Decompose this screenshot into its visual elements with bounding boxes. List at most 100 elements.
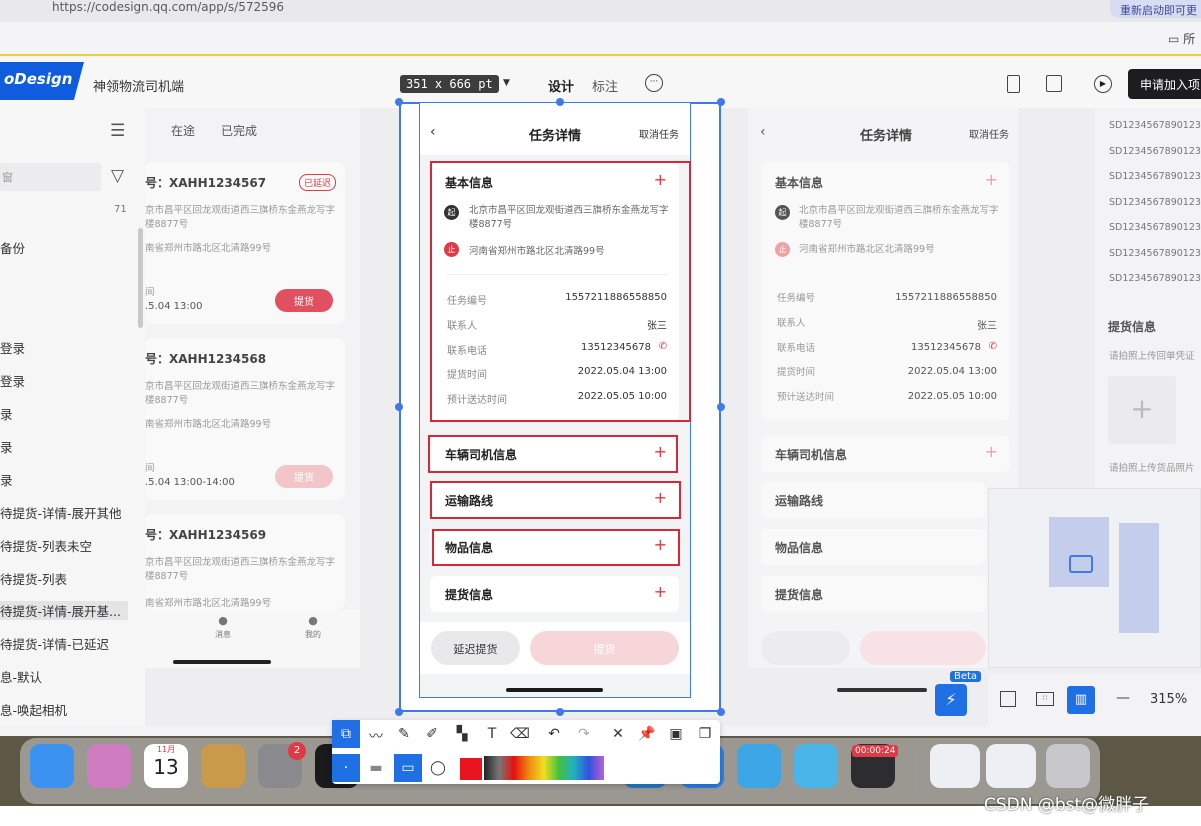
list-item[interactable]: 号：XAHH1234568 京市昌平区回龙观街道西三旗桥东金燕龙写字楼8877号… (145, 338, 345, 500)
text-icon[interactable]: T (478, 726, 506, 742)
play-icon[interactable]: ▶ (1094, 75, 1112, 93)
dot-size-icon[interactable]: · (332, 754, 360, 782)
sidebar-item[interactable]: 录 (0, 470, 13, 489)
resize-handle[interactable] (556, 98, 564, 106)
pickup-section[interactable]: 提货信息 + (430, 576, 679, 612)
annotation-rectangle[interactable] (428, 435, 678, 473)
eraser-icon[interactable]: ⌫ (506, 726, 534, 742)
tab-completed[interactable]: 已完成 (221, 122, 257, 139)
minimap-viewport[interactable] (1069, 555, 1093, 573)
keyboard-icon[interactable]: ∷ (1036, 692, 1054, 706)
record-timer: 00:00:24 (852, 745, 899, 757)
resize-handle[interactable] (556, 708, 564, 716)
tab-design[interactable]: 设计 (548, 76, 574, 95)
calendar-icon[interactable]: 11月 13 (144, 744, 188, 788)
relaunch-button[interactable]: 重新启动即可更 (1110, 0, 1201, 18)
line-icon[interactable]: 〰 (362, 726, 390, 746)
resize-handle[interactable] (717, 708, 725, 716)
back-icon[interactable]: ‹ (430, 124, 436, 140)
comment-icon[interactable]: ··· (645, 74, 663, 92)
sidebar-item[interactable]: 登录 (0, 338, 25, 357)
sourcetree-icon[interactable] (737, 744, 781, 788)
bookmark-folder[interactable]: 所 (1183, 32, 1195, 46)
zoom-out-icon[interactable]: — (1116, 690, 1130, 706)
nav-messages[interactable]: 消息 (215, 630, 231, 639)
finder-icon[interactable] (30, 744, 74, 788)
list-item[interactable]: 号：XAHH1234569 京市昌平区回龙观街道西三旗桥东金燕龙写字楼8877号… (145, 514, 345, 610)
sidebar-item[interactable]: 息-唤起相机 (0, 700, 67, 719)
resize-handle[interactable] (395, 708, 403, 716)
lightning-icon[interactable]: ⚡ (935, 684, 967, 716)
time-label: 间 (145, 463, 155, 474)
color-palette[interactable] (484, 756, 604, 780)
to-badge: 止 (775, 242, 790, 257)
undo-icon[interactable]: ↶ (540, 726, 568, 742)
user-icon[interactable]: ● 我的 (305, 614, 321, 640)
sidebar-item[interactable]: 登录 (0, 371, 25, 390)
plus-icon[interactable]: + (654, 582, 667, 601)
redo-icon[interactable]: ↷ (570, 726, 598, 742)
ellipse-icon[interactable]: ◯ (424, 760, 452, 776)
minimap[interactable] (988, 488, 1201, 668)
sidebar-item[interactable]: 待提货-详情-已延迟 (0, 634, 109, 653)
nav-mine[interactable]: 我的 (305, 630, 321, 639)
pickup-button[interactable]: 提货 (275, 289, 333, 312)
map-icon[interactable]: ▥ (1067, 686, 1095, 714)
pin-icon[interactable]: 📌 (633, 726, 661, 742)
copy-icon[interactable]: ❐ (691, 726, 719, 742)
annotation-rectangle[interactable] (430, 481, 681, 519)
pinwheel-icon[interactable] (794, 744, 838, 788)
sidebar-item[interactable]: 录 (0, 437, 13, 456)
resize-handle[interactable] (717, 403, 725, 411)
pickup-button[interactable]: 提货 (530, 631, 679, 665)
bell-icon[interactable]: ● 消息 (215, 614, 231, 640)
sidebar-item[interactable]: 待提货-列表未空 (0, 536, 92, 555)
tab-in-transit[interactable]: 在途 (171, 122, 195, 139)
sidebar-item[interactable]: 录 (0, 404, 13, 423)
rectangle-icon[interactable]: ▭ (394, 754, 422, 782)
sidebar-item-active[interactable]: 待提货-详情-展开基... (0, 601, 128, 620)
export-icon[interactable] (1046, 75, 1062, 92)
resize-handle[interactable] (395, 98, 403, 106)
marker-icon[interactable]: ✐ (418, 726, 446, 742)
current-color-swatch[interactable] (460, 758, 482, 780)
pickup-button[interactable]: 提货 (275, 465, 333, 488)
sidebar-item[interactable]: 备份 (0, 238, 25, 257)
chevron-down-icon[interactable]: ▼ (503, 78, 510, 88)
folder-icon[interactable]: ▭ 所 (1168, 30, 1195, 47)
window-thumbnail[interactable] (930, 744, 980, 788)
resize-handle[interactable] (395, 403, 403, 411)
rect-select-icon[interactable]: ⧉ (332, 720, 360, 748)
section-title: 车辆司机信息 (775, 448, 848, 462)
list-item[interactable]: 号：XAHH1234567 已延迟 京市昌平区回龙观街道西三旗桥东金燕龙写字楼8… (145, 162, 345, 324)
annotation-rectangle[interactable] (430, 161, 691, 422)
mosaic-icon[interactable]: ▚ (448, 726, 476, 742)
delay-pickup-button[interactable]: 延迟提货 (431, 631, 520, 665)
save-icon[interactable]: ▣ (662, 726, 690, 742)
close-icon[interactable]: ✕ (604, 726, 632, 742)
apply-join-button[interactable]: 申请加入项 (1128, 69, 1201, 99)
menu-icon[interactable]: ☰ (110, 121, 125, 141)
window-thumbnail[interactable] (986, 744, 1036, 788)
pencil-icon[interactable]: ✎ (390, 726, 418, 742)
pickup-section: 提货信息 (761, 576, 986, 612)
frame-icon[interactable] (1000, 691, 1016, 707)
sidebar-item[interactable]: 息-默认 (0, 667, 42, 686)
device-icon[interactable] (1007, 75, 1020, 93)
annotation-rectangle[interactable] (432, 529, 680, 566)
launchpad-icon[interactable] (87, 744, 131, 788)
zoom-level[interactable]: 315% (1150, 692, 1187, 707)
sidebar-item[interactable]: 待提货-列表 (0, 569, 67, 588)
trash-icon[interactable] (1046, 744, 1090, 788)
cancel-task-button[interactable]: 取消任务 (639, 126, 679, 141)
url-bar[interactable]: https://codesign.qq.com/app/s/572596 (52, 0, 284, 14)
fill-icon[interactable]: ▬ (362, 760, 390, 776)
info-label: 预计送达时间 (777, 392, 835, 403)
resize-handle[interactable] (717, 98, 725, 106)
sidebar-item[interactable]: 待提货-详情-展开其他 (0, 503, 122, 522)
search-input[interactable]: 窗 (0, 163, 101, 191)
tab-annotate[interactable]: 标注 (592, 76, 618, 95)
sidebar-scrollbar[interactable] (138, 228, 143, 328)
filter-icon[interactable]: ▽ (111, 166, 124, 186)
contacts-icon[interactable] (201, 744, 245, 788)
